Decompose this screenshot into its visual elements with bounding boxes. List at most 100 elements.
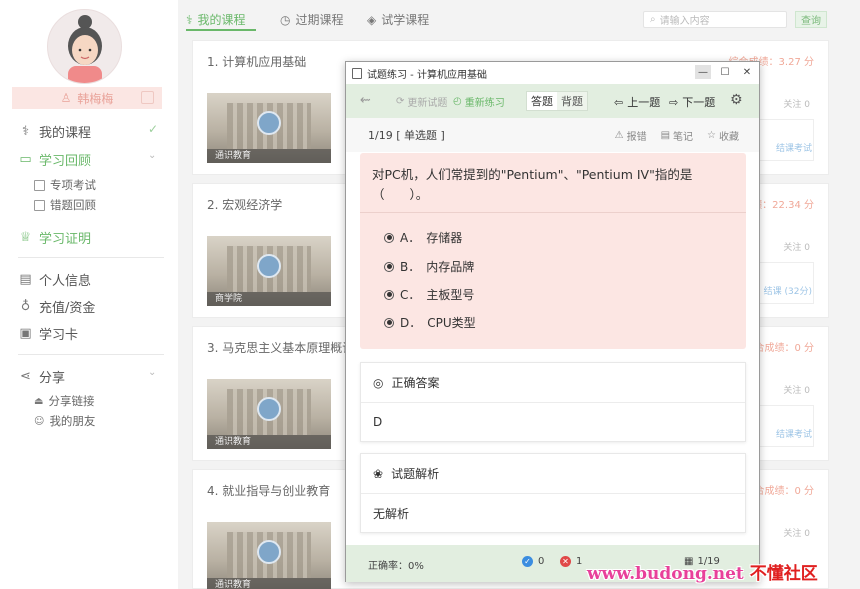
answer-value: D [373, 415, 383, 429]
next-question-button[interactable]: ⇨ 下一题 [669, 94, 715, 110]
nav-my-courses[interactable]: ⚕ 我的课程 ✓ [18, 122, 158, 141]
back-icon[interactable]: ⇜ [360, 93, 371, 108]
search-input[interactable]: ⌕ 请输入内容 [643, 11, 787, 28]
note-button[interactable]: ▤ 笔记 [661, 128, 693, 143]
follow-count[interactable]: 关注 0 [783, 240, 810, 253]
radio-icon [384, 232, 394, 243]
check-icon: ✓ [148, 122, 159, 136]
nav-study-certificate[interactable]: ♕ 学习证明 [18, 228, 91, 247]
memorize-mode-button[interactable]: 背题 [557, 92, 587, 110]
report-error-button[interactable]: ⚠ 报错 [615, 128, 647, 143]
course-title[interactable]: 4. 就业指导与创业教育 [207, 482, 330, 499]
correct-count: ✓ 0 [522, 556, 544, 567]
nav-recharge[interactable]: ♁ 充值/资金 [18, 297, 96, 316]
exam-link[interactable]: 结课考试 [776, 141, 812, 154]
mode-toggle: 答题 背题 [526, 91, 588, 111]
follow-count[interactable]: 关注 0 [783, 526, 810, 539]
school-logo-icon [257, 111, 281, 135]
tab-trial-courses[interactable]: ◈ 试学课程 [367, 11, 429, 28]
school-logo-icon [257, 397, 281, 421]
option-a[interactable]: A． 存储器 [384, 229, 462, 246]
course-title[interactable]: 1. 计算机应用基础 [207, 53, 306, 70]
user-icon: ♙ [60, 91, 72, 105]
nav-label: 个人信息 [39, 273, 92, 289]
search-placeholder: 请输入内容 [659, 16, 710, 27]
money-bag-icon: ♁ [20, 298, 31, 314]
sub-label: 专项考试 [50, 178, 96, 192]
course-thumbnail[interactable]: 商学院 [207, 236, 331, 306]
tab-label: 我的课程 [197, 13, 246, 27]
option-key: D． [400, 316, 422, 330]
wrong-count: ✕ 1 [560, 556, 582, 567]
thumb-caption: 商学院 [207, 292, 331, 306]
analysis-value: 无解析 [373, 506, 410, 521]
thumb-caption: 通识教育 [207, 435, 331, 449]
sub-special-exam[interactable]: 专项考试 [34, 177, 96, 193]
nav-study-review[interactable]: ▭ 学习回顾 ⌄ [18, 150, 156, 169]
course-title[interactable]: 2. 宏观经济学 [207, 196, 282, 213]
course-title[interactable]: 3. 马克思主义基本原理概论 [207, 339, 354, 356]
exam-icon [34, 179, 45, 191]
close-button[interactable]: ✕ [739, 65, 755, 79]
window-titlebar[interactable]: 试题练习 - 计算机应用基础 — ☐ ✕ [346, 62, 759, 84]
option-text: CPU类型 [427, 316, 476, 330]
course-score: 合成绩：0 分 [754, 486, 814, 497]
update-questions-button[interactable]: ⟳ 更新试题 [396, 94, 447, 109]
nav-study-card[interactable]: ▣ 学习卡 [18, 324, 78, 343]
radio-icon [384, 317, 394, 328]
prev-question-button[interactable]: ⇦ 上一题 [614, 94, 660, 110]
course-thumbnail[interactable]: 通识教育 [207, 93, 331, 163]
answer-header: ◎ 正确答案 [361, 363, 745, 403]
favorite-button[interactable]: ☆ 收藏 [707, 128, 739, 143]
refresh-icon: ⟳ [396, 96, 405, 107]
book-icon: ⚕ [186, 12, 193, 27]
target-icon: ◎ [373, 375, 384, 390]
monitor-icon: ▭ [19, 151, 32, 167]
exam-link[interactable]: 结课 (32分) [764, 284, 812, 297]
tab-label: 过期课程 [295, 13, 344, 27]
chevron-down-icon: ⌄ [148, 150, 157, 161]
option-c[interactable]: C． 主板型号 [384, 286, 474, 303]
sub-share-link[interactable]: ⏏ 分享链接 [34, 393, 94, 409]
analysis-title: 试题解析 [391, 467, 440, 481]
nav-label: 我的课程 [39, 125, 92, 141]
window-title: 试题练习 - 计算机应用基础 [367, 69, 487, 81]
minimize-button[interactable]: — [695, 65, 711, 79]
course-thumbnail[interactable]: 通识教育 [207, 522, 331, 589]
option-text: 存储器 [426, 231, 463, 245]
next-label: 下一题 [682, 96, 716, 109]
update-label: 更新试题 [407, 98, 448, 109]
follow-count[interactable]: 关注 0 [783, 383, 810, 396]
arrow-left-icon: ⇦ [614, 95, 624, 109]
answer-card: ◎ 正确答案 D [360, 362, 746, 442]
search-button[interactable]: 查询 [795, 11, 827, 28]
tab-my-courses[interactable]: ⚕ 我的课程 [186, 11, 246, 28]
answer-mode-button[interactable]: 答题 [527, 92, 557, 110]
nav-share[interactable]: ⋖ 分享 ⌄ [18, 367, 156, 386]
option-text: 内存品牌 [426, 260, 475, 274]
exam-link[interactable]: 结课考试 [776, 427, 812, 440]
check-circle-icon: ✓ [522, 556, 533, 567]
tab-expired-courses[interactable]: ◷ 过期课程 [280, 11, 344, 28]
question-text: 对PC机，人们常提到的"Pentium"、"Pentium IV"指的是（ ）。 [372, 167, 693, 202]
redo-practice-button[interactable]: ◴ 重新练习 [453, 94, 505, 109]
divider [360, 212, 746, 213]
nav-personal-info[interactable]: ▤ 个人信息 [18, 270, 92, 289]
maximize-button[interactable]: ☐ [717, 65, 733, 79]
gear-icon[interactable]: ⚙ [730, 92, 743, 108]
practice-window: 试题练习 - 计算机应用基础 — ☐ ✕ ⇜ ⟳ 更新试题 ◴ 重新练习 答题 … [345, 61, 760, 582]
sub-my-friends[interactable]: ☺ 我的朋友 [34, 413, 95, 429]
avatar[interactable] [47, 9, 122, 84]
username-bar[interactable]: ♙ 韩梅梅 [12, 87, 162, 109]
clock-icon: ◷ [280, 12, 291, 27]
question-card: 对PC机，人们常提到的"Pentium"、"Pentium IV"指的是（ ）。… [360, 153, 746, 349]
course-thumbnail[interactable]: 通识教育 [207, 379, 331, 449]
username: 韩梅梅 [77, 91, 114, 106]
sub-wrong-review[interactable]: 错题回顾 [34, 197, 96, 213]
option-b[interactable]: B． 内存品牌 [384, 258, 474, 275]
accuracy-rate: 正确率：0% [368, 561, 424, 572]
option-d[interactable]: D． CPU类型 [384, 314, 476, 331]
thumb-caption: 通识教育 [207, 578, 331, 589]
follow-count[interactable]: 关注 0 [783, 97, 810, 110]
message-icon[interactable] [141, 91, 154, 104]
